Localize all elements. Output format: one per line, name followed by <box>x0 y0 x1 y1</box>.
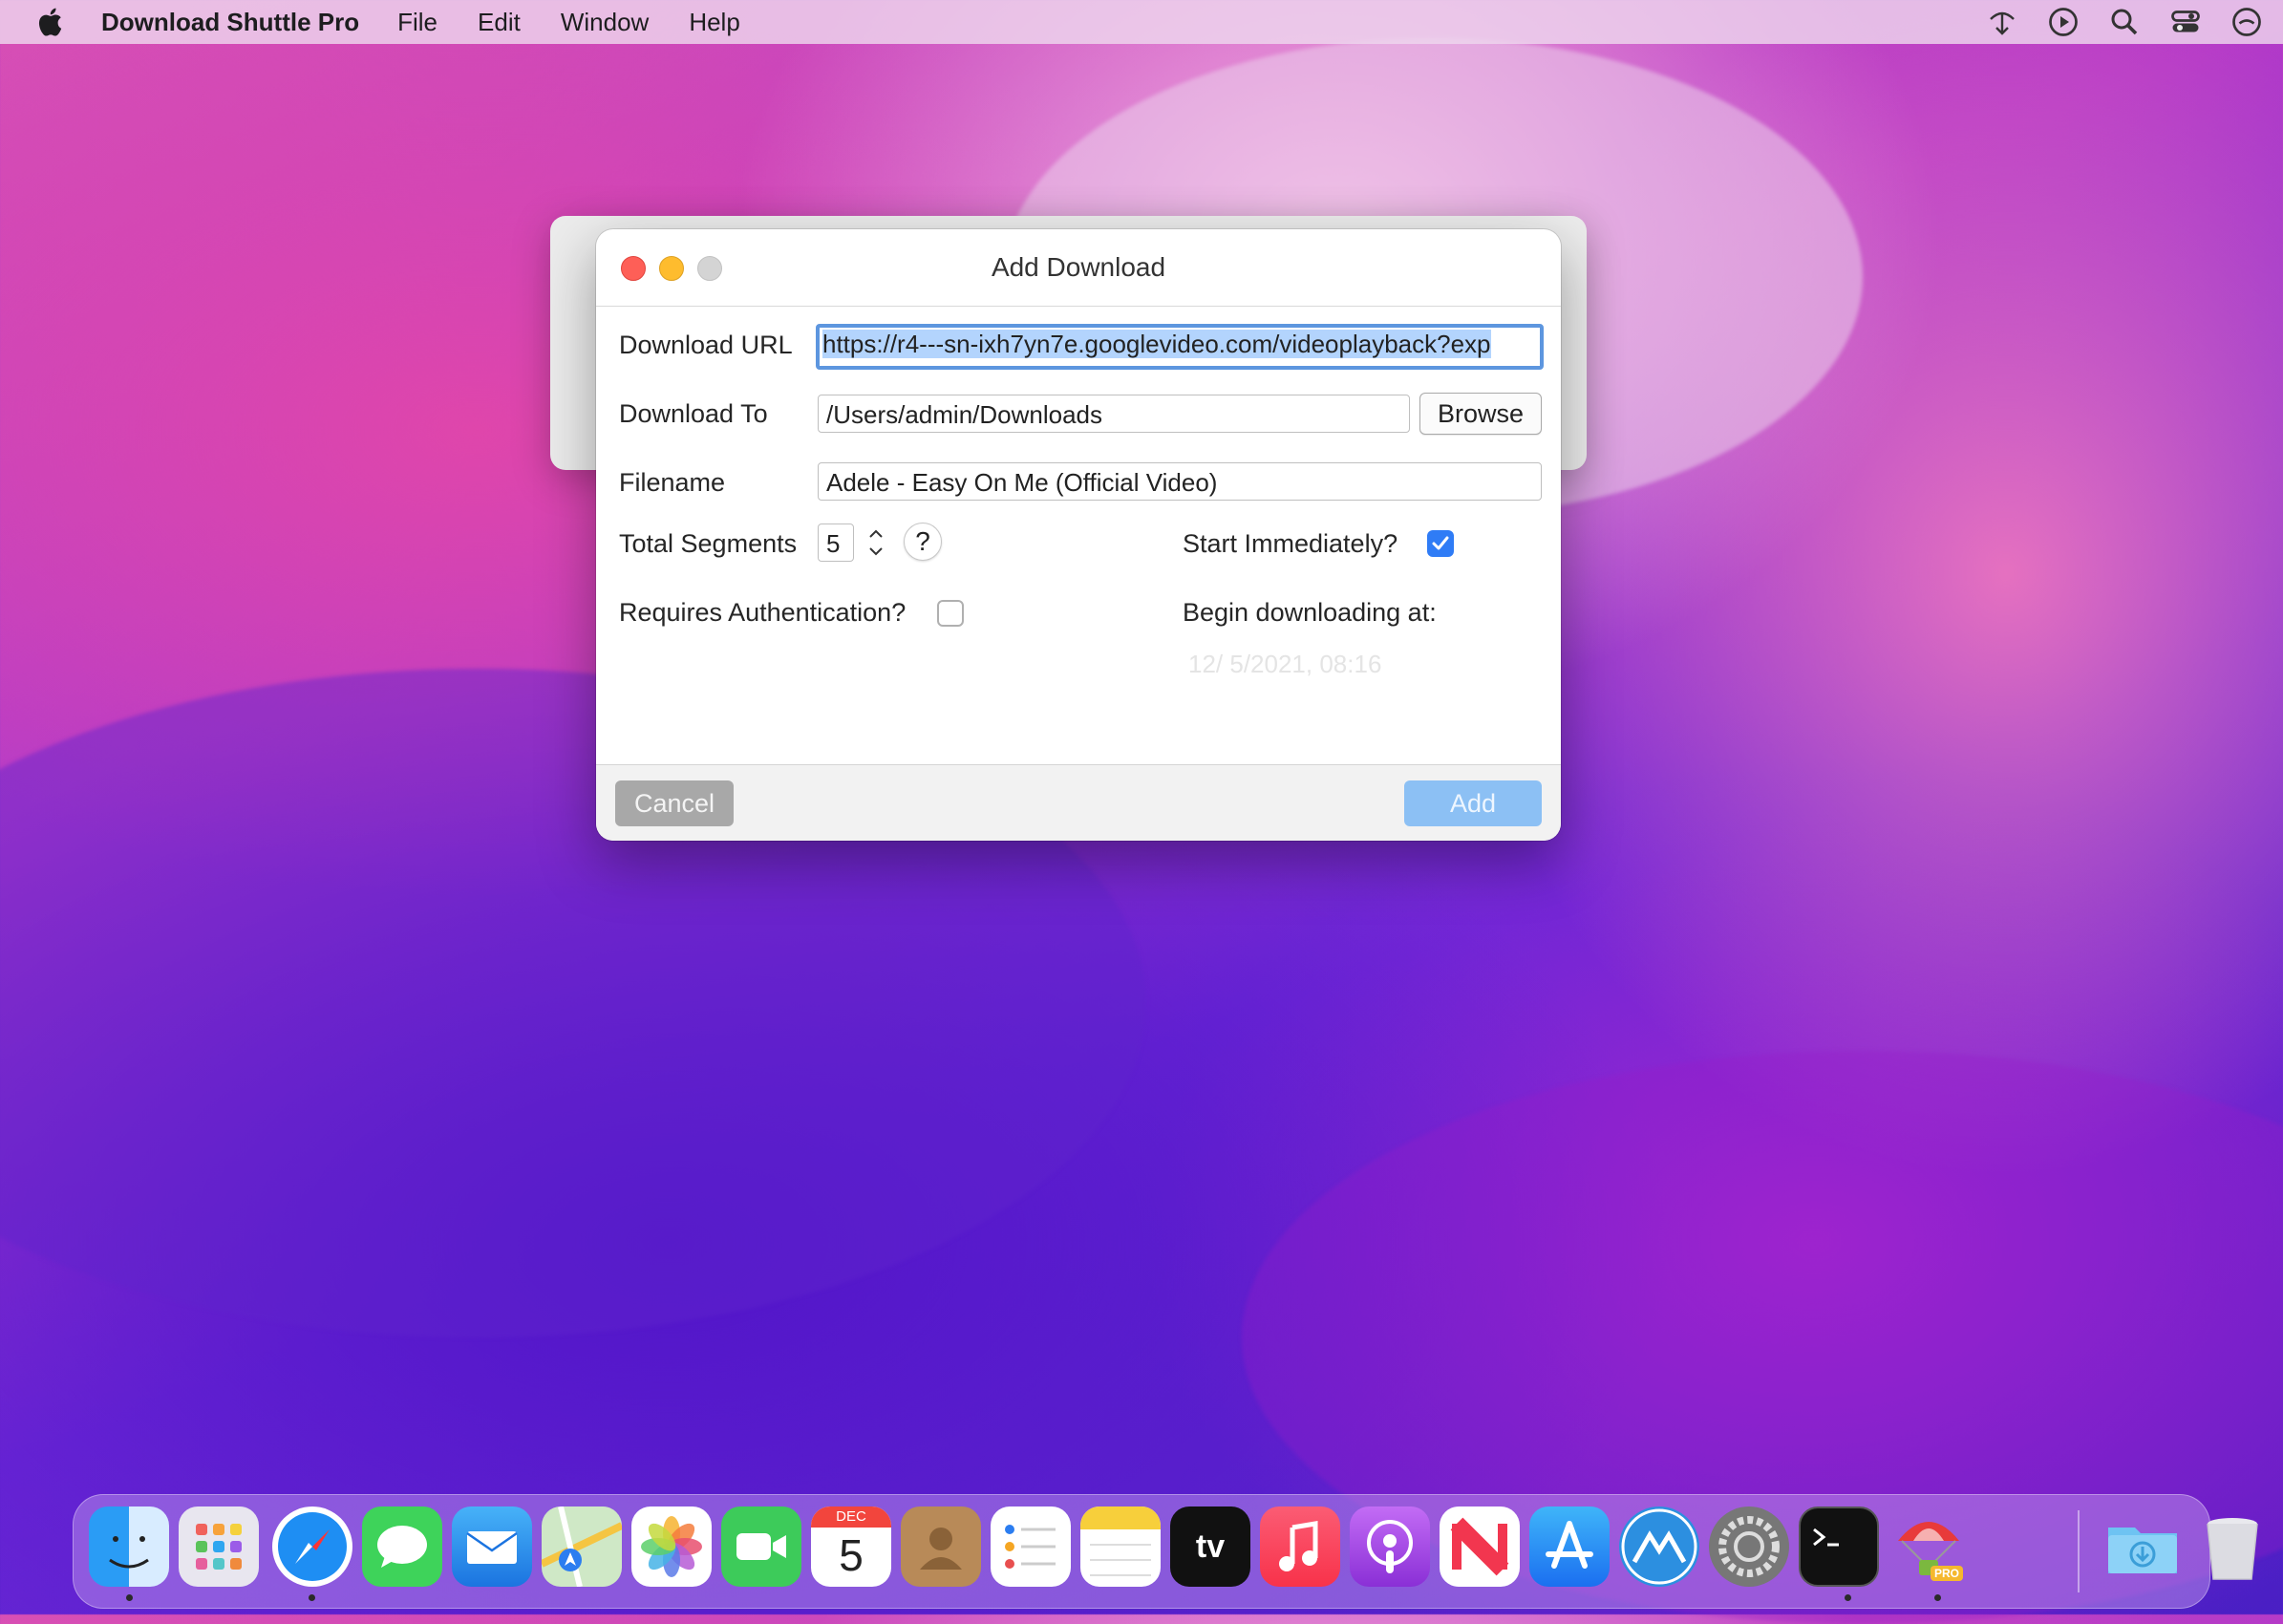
dock-separator <box>2078 1510 2080 1592</box>
downloads-folder-icon[interactable] <box>2102 1506 2183 1587</box>
download-to-label: Download To <box>619 399 768 428</box>
dialog-title: Add Download <box>991 252 1166 282</box>
finder-icon[interactable] <box>89 1506 169 1587</box>
begin-downloading-label: Begin downloading at: <box>1183 598 1437 627</box>
calendar-icon[interactable]: DEC 5 <box>811 1506 891 1587</box>
launchpad-icon[interactable] <box>179 1506 259 1587</box>
menu-file[interactable]: File <box>397 8 437 37</box>
calendar-day: 5 <box>839 1530 864 1580</box>
dock: DEC 5 tv PRO <box>73 1494 2258 1609</box>
download-url-field[interactable]: https://r4---sn-ixh7yn7e.googlevideo.com… <box>816 324 1544 370</box>
safari-icon[interactable] <box>272 1506 352 1587</box>
segments-help-button[interactable]: ? <box>904 523 942 561</box>
photos-icon[interactable] <box>631 1506 712 1587</box>
download-url-value: https://r4---sn-ixh7yn7e.googlevideo.com… <box>822 330 1491 358</box>
segments-stepper[interactable] <box>864 524 888 562</box>
terminal-running-dot <box>1845 1594 1851 1601</box>
apple-tv-icon[interactable]: tv <box>1170 1506 1250 1587</box>
filename-field[interactable]: Adele - Easy On Me (Official Video) <box>818 462 1542 501</box>
calendar-month: DEC <box>811 1506 891 1528</box>
menu-window[interactable]: Window <box>561 8 649 37</box>
pro-badge: PRO <box>1931 1566 1964 1581</box>
news-icon[interactable] <box>1440 1506 1520 1587</box>
messages-icon[interactable] <box>362 1506 442 1587</box>
podcasts-icon[interactable] <box>1350 1506 1430 1587</box>
reminders-icon[interactable] <box>991 1506 1071 1587</box>
dialog-titlebar: Add Download <box>596 229 1561 307</box>
download-to-field[interactable]: /Users/admin/Downloads <box>818 395 1410 433</box>
requires-auth-checkbox[interactable] <box>937 600 964 627</box>
system-preferences-icon[interactable] <box>1709 1506 1789 1587</box>
download-shuttle-running-dot <box>1934 1594 1941 1601</box>
total-segments-field[interactable]: 5 <box>818 524 854 562</box>
start-immediately-checkbox[interactable] <box>1427 530 1454 557</box>
begin-date-picker: 12/ 5/2021, 08:16 <box>1188 650 1382 678</box>
requires-auth-label: Requires Authentication? <box>619 598 907 627</box>
play-circle-icon[interactable] <box>2046 5 2080 39</box>
download-url-label: Download URL <box>619 331 793 359</box>
trash-icon[interactable] <box>2192 1506 2272 1587</box>
browse-button[interactable]: Browse <box>1419 393 1542 435</box>
total-segments-label: Total Segments <box>619 529 798 558</box>
maps-icon[interactable] <box>542 1506 622 1587</box>
add-download-dialog: Add Download Download URL https://r4---s… <box>596 229 1561 841</box>
notes-icon[interactable] <box>1080 1506 1161 1587</box>
control-center-icon[interactable] <box>2168 5 2203 39</box>
safari-running-dot <box>309 1594 315 1601</box>
download-shuttle-status-icon[interactable] <box>1985 5 2019 39</box>
add-button[interactable]: Add <box>1404 780 1542 826</box>
apple-menu-icon[interactable] <box>34 5 69 39</box>
cancel-button[interactable]: Cancel <box>615 780 734 826</box>
siri-user-icon[interactable] <box>2230 5 2264 39</box>
menu-bar: Download Shuttle Pro File Edit Window He… <box>0 0 2283 44</box>
start-immediately-label: Start Immediately? <box>1183 529 1398 558</box>
terminal-icon[interactable] <box>1799 1506 1879 1587</box>
download-shuttle-pro-icon[interactable]: PRO <box>1888 1506 1969 1587</box>
dialog-footer: Cancel Add <box>596 764 1561 841</box>
checkmark-icon <box>1432 536 1449 550</box>
spotlight-search-icon[interactable] <box>2107 5 2142 39</box>
altitude-icon[interactable] <box>1619 1506 1699 1587</box>
menu-help[interactable]: Help <box>689 8 739 37</box>
facetime-icon[interactable] <box>721 1506 801 1587</box>
filename-label: Filename <box>619 468 726 497</box>
finder-running-dot <box>126 1594 133 1601</box>
menu-edit[interactable]: Edit <box>478 8 521 37</box>
mail-icon[interactable] <box>452 1506 532 1587</box>
app-name-menu[interactable]: Download Shuttle Pro <box>101 8 359 37</box>
app-store-icon[interactable] <box>1529 1506 1610 1587</box>
contacts-icon[interactable] <box>901 1506 981 1587</box>
apple-tv-label: tv <box>1195 1528 1226 1565</box>
music-icon[interactable] <box>1260 1506 1340 1587</box>
